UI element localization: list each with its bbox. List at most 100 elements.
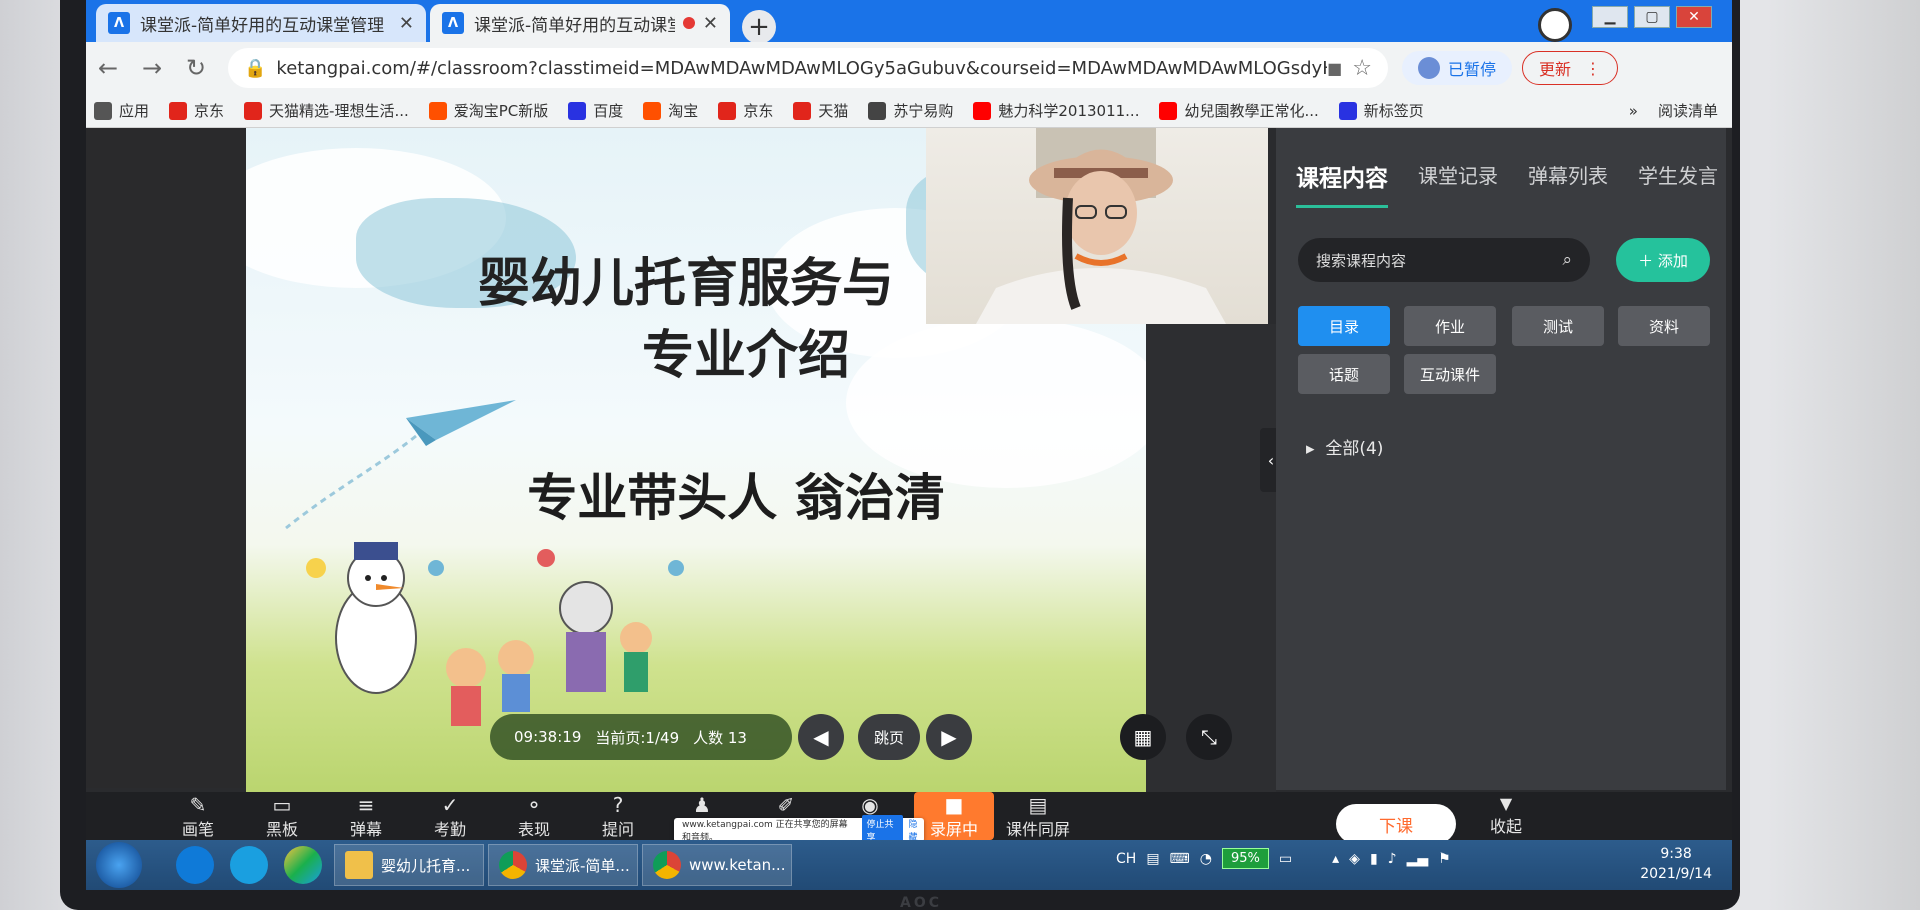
bookmark-item[interactable]: 应用 bbox=[94, 100, 149, 121]
jump-page-button[interactable]: 跳页 bbox=[858, 714, 920, 760]
prev-page-button[interactable]: ◀ bbox=[798, 714, 844, 760]
bookmark-item[interactable]: 淘宝 bbox=[643, 100, 698, 121]
slide-title-line1: 婴幼儿托育服务与 bbox=[477, 254, 894, 314]
power-icon[interactable]: ▮ bbox=[1370, 851, 1378, 867]
taskbar-task-chrome-1[interactable]: 课堂派-简单... bbox=[488, 844, 638, 886]
profile-icon[interactable] bbox=[1538, 8, 1572, 42]
bookmarks-right: » 阅读清单 bbox=[1629, 100, 1718, 121]
new-tab-button[interactable]: + bbox=[742, 10, 776, 44]
ime-icon[interactable]: ▤ bbox=[1146, 851, 1159, 867]
ketangpai-favicon-icon: Λ bbox=[108, 12, 130, 34]
chip-catalog[interactable]: 目录 bbox=[1298, 306, 1390, 346]
taobao-icon bbox=[428, 101, 447, 120]
reload-icon[interactable]: ↻ bbox=[174, 54, 218, 82]
qr-code-icon[interactable]: ▦ bbox=[1120, 714, 1166, 760]
bookmark-item[interactable]: 京东 bbox=[718, 100, 773, 121]
close-icon[interactable]: ✕ bbox=[703, 13, 718, 34]
tmall-icon bbox=[244, 101, 263, 120]
tool-label: 画笔 bbox=[181, 820, 214, 839]
search-icon[interactable]: ⌕ bbox=[1562, 250, 1572, 270]
bookmark-item[interactable]: 爱淘宝PC新版 bbox=[428, 100, 548, 121]
clock-time: 9:38 bbox=[1660, 846, 1692, 862]
bookmark-item[interactable]: 百度 bbox=[568, 100, 623, 121]
taskbar-task-chrome-2[interactable]: www.ketan... bbox=[642, 844, 792, 886]
bookmark-item[interactable]: 天猫精选-理想生活... bbox=[244, 100, 409, 121]
tool-courseware-sync[interactable]: ▤ 课件同屏 bbox=[998, 794, 1078, 840]
start-button[interactable] bbox=[96, 842, 142, 888]
expand-caret-icon[interactable]: ▸ bbox=[1306, 439, 1315, 459]
next-page-button[interactable]: ▶ bbox=[926, 714, 972, 760]
bookmark-item[interactable]: 新标签页 bbox=[1338, 100, 1424, 121]
network-icon[interactable]: ◔ bbox=[1200, 851, 1212, 867]
tool-blackboard[interactable]: ▭ 黑板 bbox=[242, 794, 322, 840]
sync-paused-button[interactable]: 已暂停 bbox=[1402, 51, 1513, 85]
tray-expand-icon[interactable]: ▴ bbox=[1332, 851, 1339, 867]
maximize-button[interactable]: ▢ bbox=[1634, 6, 1670, 28]
screen: Λ 课堂派-简单好用的互动课堂管理 ✕ Λ 课堂派-简单好用的互动课堂 ✕ + … bbox=[86, 0, 1732, 890]
slide-title: 婴幼儿托育服务与 专业介绍 bbox=[446, 248, 926, 392]
input-language[interactable]: CH bbox=[1116, 851, 1136, 867]
skype-icon[interactable] bbox=[230, 846, 268, 884]
video-player-icon[interactable] bbox=[284, 846, 322, 884]
camera-icon[interactable]: ■ bbox=[1327, 59, 1342, 78]
tool-performance[interactable]: ⚬ 表现 bbox=[494, 794, 574, 840]
bookmark-item[interactable]: 天猫 bbox=[793, 100, 848, 121]
tree-root-all[interactable]: 全部(4) bbox=[1325, 439, 1383, 459]
forward-icon[interactable]: → bbox=[130, 54, 174, 82]
update-button[interactable]: 更新 ⋮ bbox=[1522, 51, 1619, 85]
tab-student-speech[interactable]: 学生发言 bbox=[1638, 160, 1718, 189]
tab-class-record[interactable]: 课堂记录 bbox=[1418, 160, 1498, 189]
bookmark-item[interactable]: 京东 bbox=[169, 100, 224, 121]
chip-topic[interactable]: 话题 bbox=[1298, 354, 1390, 394]
back-icon[interactable]: ← bbox=[86, 54, 130, 82]
tool-question[interactable]: ? 提问 bbox=[578, 794, 658, 840]
more-bookmarks-icon[interactable]: » bbox=[1629, 102, 1638, 120]
tool-pen[interactable]: ✎ 画笔 bbox=[158, 794, 238, 840]
chip-material[interactable]: 资料 bbox=[1618, 306, 1710, 346]
quick-answer-icon: ♟ bbox=[693, 793, 711, 817]
exit-fullscreen-icon[interactable]: ⤡ bbox=[1186, 714, 1232, 760]
youtube-icon bbox=[1159, 101, 1178, 120]
tab-danmaku-list[interactable]: 弹幕列表 bbox=[1528, 160, 1608, 189]
tmall-icon bbox=[793, 101, 812, 120]
end-class-button[interactable]: 下课 bbox=[1336, 804, 1456, 844]
battery-icon[interactable]: ▭ bbox=[1279, 851, 1292, 867]
tab-title: 课堂派-简单好用的互动课堂 bbox=[474, 15, 675, 36]
bookmark-item[interactable]: 魅力科学2013011... bbox=[973, 100, 1139, 121]
action-center-icon[interactable]: ⚑ bbox=[1438, 851, 1451, 867]
performance-icon: ⚬ bbox=[525, 793, 543, 817]
taskbar-clock[interactable]: 9:38 2021/9/14 bbox=[1640, 844, 1712, 884]
address-bar[interactable]: 🔒 ketangpai.com/#/classroom?classtimeid=… bbox=[228, 48, 1388, 88]
tool-danmaku[interactable]: ≡ 弹幕 bbox=[326, 794, 406, 840]
minimize-button[interactable]: ▁ bbox=[1592, 6, 1628, 28]
tool-recording[interactable]: ■ 录屏中 bbox=[914, 792, 994, 840]
browser-tab-2[interactable]: Λ 课堂派-简单好用的互动课堂 ✕ bbox=[430, 4, 730, 42]
battery-indicator[interactable]: 95% bbox=[1221, 848, 1269, 869]
content-tree: ▸ 全部(4) bbox=[1306, 434, 1383, 459]
signal-icon[interactable]: ▂▄ bbox=[1407, 851, 1429, 867]
close-icon[interactable]: ✕ bbox=[399, 13, 414, 34]
add-button[interactable]: ＋ 添加 bbox=[1616, 238, 1710, 282]
browser-tab-1[interactable]: Λ 课堂派-简单好用的互动课堂管理 ✕ bbox=[96, 4, 426, 42]
security-icon[interactable]: ◈ bbox=[1349, 851, 1360, 867]
screen-share-notice: www.ketangpai.com 正在共享您的屏幕和音频。 停止共享 隐藏 bbox=[674, 815, 924, 845]
collapse-toolbar-button[interactable]: ▼ 收起 bbox=[1466, 794, 1546, 837]
bookmark-item[interactable]: 苏宁易购 bbox=[868, 100, 953, 121]
volume-icon[interactable]: ♪ bbox=[1388, 851, 1397, 867]
search-input[interactable]: 搜索课程内容 ⌕ bbox=[1298, 238, 1590, 282]
edge-icon[interactable] bbox=[176, 846, 214, 884]
tool-attendance[interactable]: ✓ 考勤 bbox=[410, 794, 490, 840]
bookmark-label: 京东 bbox=[743, 102, 774, 120]
bookmark-item[interactable]: 幼兒園教學正常化... bbox=[1159, 100, 1319, 121]
reading-list-button[interactable]: 阅读清单 bbox=[1658, 100, 1718, 121]
taskbar-task-ppt[interactable]: 婴幼儿托育... bbox=[334, 844, 484, 886]
folder-icon bbox=[345, 851, 373, 879]
teacher-video-feed[interactable] bbox=[926, 128, 1268, 324]
keyboard-icon[interactable]: ⌨ bbox=[1170, 851, 1190, 867]
chip-homework[interactable]: 作业 bbox=[1404, 306, 1496, 346]
chip-test[interactable]: 测试 bbox=[1512, 306, 1604, 346]
tab-course-content[interactable]: 课程内容 bbox=[1296, 159, 1388, 208]
chip-interactive-courseware[interactable]: 互动课件 bbox=[1404, 354, 1496, 394]
bookmark-star-icon[interactable]: ☆ bbox=[1352, 56, 1372, 81]
window-close-button[interactable]: ✕ bbox=[1676, 6, 1712, 28]
